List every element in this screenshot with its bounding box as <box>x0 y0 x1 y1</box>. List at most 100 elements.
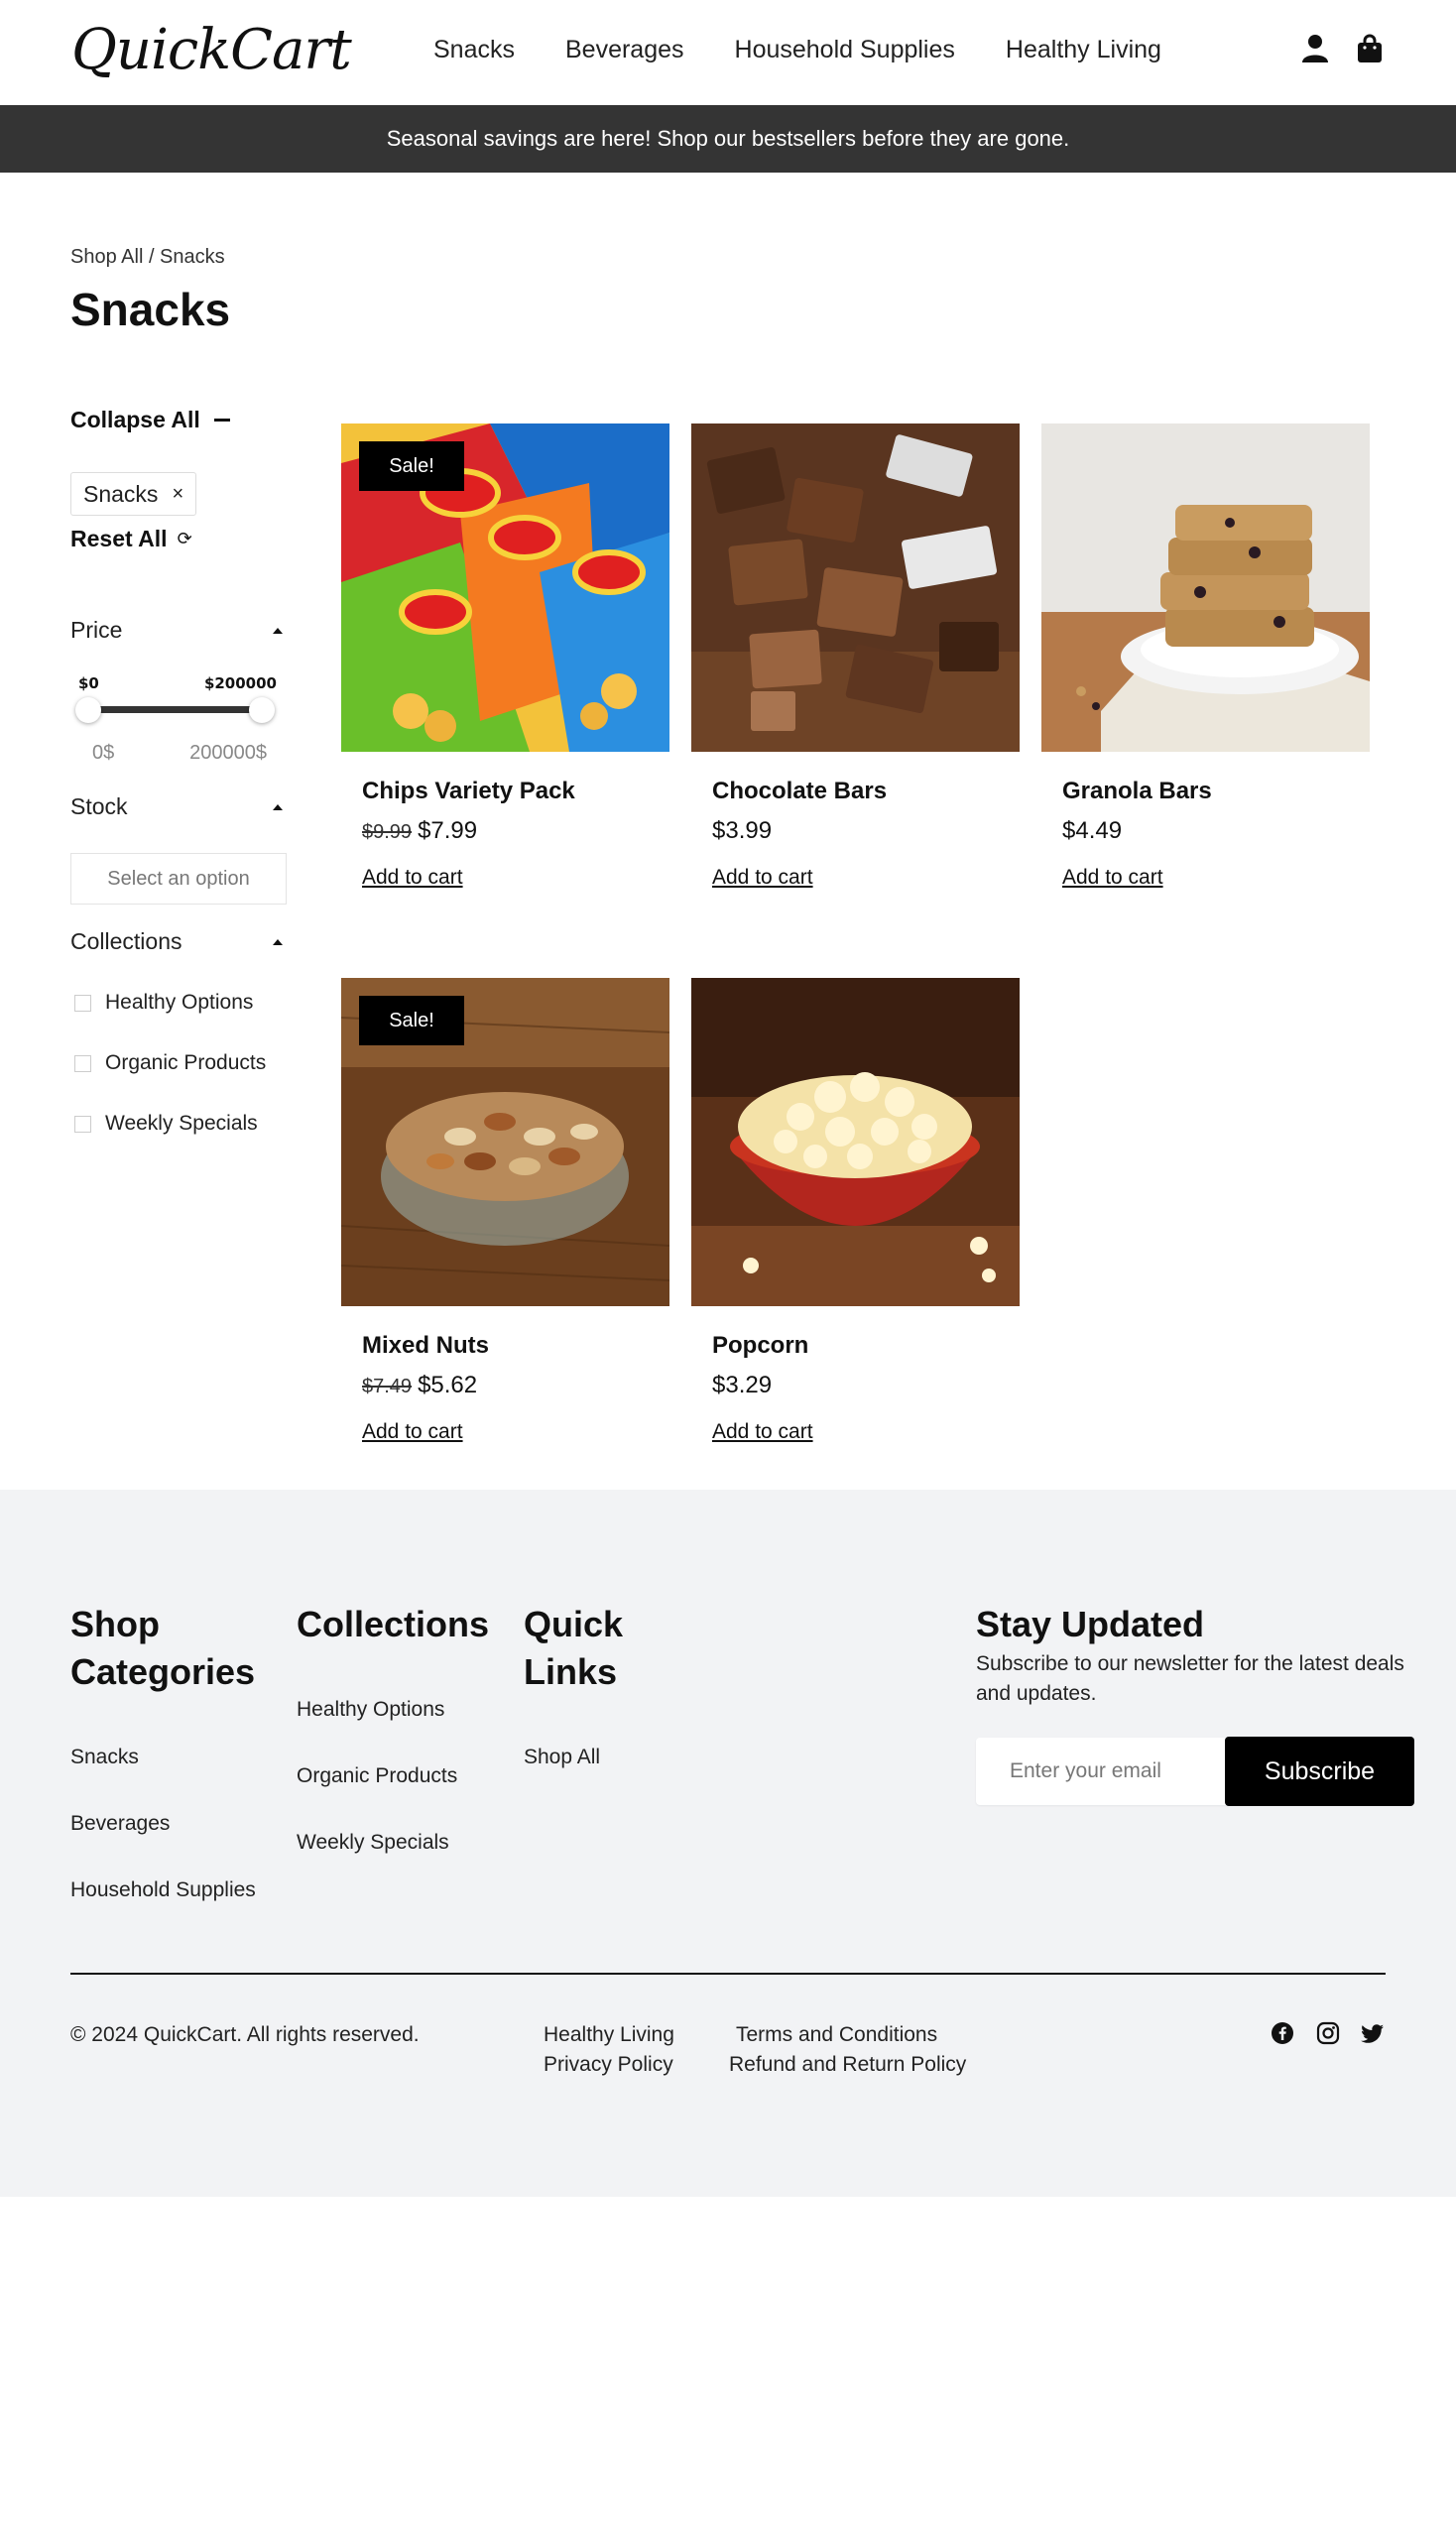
user-icon[interactable] <box>1301 34 1333 67</box>
newsletter-title: Stay Updated <box>976 1604 1205 1644</box>
price-max-value: 200000$ <box>189 742 267 764</box>
stock-select[interactable]: Select an option <box>70 853 287 905</box>
product-name[interactable]: Granola Bars <box>1062 778 1212 805</box>
subscribe-button[interactable]: Subscribe <box>1225 1737 1414 1806</box>
price-slider-track[interactable] <box>84 706 259 713</box>
footer-link-shop-all[interactable]: Shop All <box>524 1746 600 1769</box>
checkbox[interactable] <box>74 994 91 1012</box>
add-to-cart-link[interactable]: Add to cart <box>362 866 463 890</box>
collection-option-label: Healthy Options <box>105 991 254 1014</box>
add-to-cart-link[interactable]: Add to cart <box>712 1420 813 1444</box>
footer-divider <box>70 1973 1386 1975</box>
footer-link-beverages[interactable]: Beverages <box>70 1812 170 1836</box>
footer-link-terms[interactable]: Terms and Conditions <box>736 2023 937 2047</box>
nav-healthy-living[interactable]: Healthy Living <box>1006 36 1161 64</box>
footer-title-line: Categories <box>70 1651 256 1692</box>
add-to-cart-link[interactable]: Add to cart <box>712 866 813 890</box>
product-name[interactable]: Chips Variety Pack <box>362 778 575 805</box>
page-title: Snacks <box>70 284 231 335</box>
footer-title-line: Shop <box>70 1604 160 1644</box>
price-range-labels: $0 $200000 <box>78 674 277 692</box>
footer-quick-links-title: Quick Links <box>524 1601 623 1696</box>
add-to-cart-link[interactable]: Add to cart <box>1062 866 1163 890</box>
product-price: $4.49 <box>1062 817 1122 845</box>
facebook-icon[interactable] <box>1271 2021 1296 2047</box>
sale-price: $4.49 <box>1062 817 1123 844</box>
collections-filter-label: Collections <box>70 928 182 954</box>
active-filter-label: Snacks <box>83 480 159 507</box>
footer-link-refund[interactable]: Refund and Return Policy <box>729 2053 966 2077</box>
price-slider-min-handle[interactable] <box>75 697 101 723</box>
stock-filter-label: Stock <box>70 793 128 819</box>
price-max-label: $200000 <box>203 674 277 692</box>
announcement-bar: Seasonal savings are here! Shop our best… <box>0 105 1456 173</box>
collection-option-label: Organic Products <box>105 1051 267 1074</box>
collection-option-organic-products[interactable]: Organic Products <box>74 1051 266 1075</box>
product-image[interactable] <box>1041 423 1370 752</box>
product-price: $7.49 $5.62 <box>362 1372 477 1399</box>
chevron-up-icon <box>273 627 283 634</box>
footer-link-healthy-living[interactable]: Healthy Living <box>544 2023 674 2047</box>
sale-price: $3.29 <box>712 1372 773 1398</box>
active-filter-chip[interactable]: Snacks × <box>70 472 197 516</box>
reset-all-button[interactable]: Reset All ⟳ <box>70 526 192 552</box>
reset-all-label: Reset All <box>70 526 168 551</box>
add-to-cart-link[interactable]: Add to cart <box>362 1420 463 1444</box>
checkbox[interactable] <box>74 1054 91 1072</box>
product-name[interactable]: Chocolate Bars <box>712 778 887 805</box>
nav-snacks[interactable]: Snacks <box>433 36 515 64</box>
chevron-up-icon <box>273 803 283 810</box>
collection-option-healthy-options[interactable]: Healthy Options <box>74 991 253 1015</box>
product-name[interactable]: Popcorn <box>712 1332 808 1360</box>
checkbox[interactable] <box>74 1115 91 1133</box>
stock-filter-header[interactable]: Stock <box>70 793 287 820</box>
instagram-icon[interactable] <box>1316 2021 1342 2047</box>
footer-link-healthy-options[interactable]: Healthy Options <box>297 1698 444 1722</box>
close-icon[interactable]: × <box>172 483 183 506</box>
price-filter-header[interactable]: Price <box>70 617 287 644</box>
minus-icon <box>213 419 230 422</box>
site-footer: Shop Categories Snacks Beverages Househo… <box>0 1490 1456 2197</box>
footer-title-line: Quick <box>524 1604 624 1644</box>
footer-link-weekly-specials[interactable]: Weekly Specials <box>297 1831 449 1855</box>
product-image[interactable] <box>691 978 1020 1306</box>
product-name[interactable]: Mixed Nuts <box>362 1332 489 1360</box>
price-min-value: 0$ <box>92 742 115 764</box>
price-slider-max-handle[interactable] <box>249 697 275 723</box>
footer-link-household-supplies[interactable]: Household Supplies <box>70 1878 256 1902</box>
product-price: $3.29 <box>712 1372 772 1399</box>
product-price: $3.99 <box>712 817 772 845</box>
footer-link-organic-products[interactable]: Organic Products <box>297 1764 457 1788</box>
price-filter-label: Price <box>70 617 123 643</box>
collection-option-weekly-specials[interactable]: Weekly Specials <box>74 1112 258 1136</box>
collections-filter-header[interactable]: Collections <box>70 928 287 955</box>
newsletter-subtitle: Subscribe to our newsletter for the late… <box>976 1652 1404 1705</box>
chevron-up-icon <box>273 938 283 945</box>
email-input[interactable] <box>976 1738 1228 1805</box>
site-header: QuickCart Snacks Beverages Household Sup… <box>0 0 1456 105</box>
footer-collections-title: Collections <box>297 1604 490 1644</box>
nav-household-supplies[interactable]: Household Supplies <box>735 36 955 64</box>
footer-title-line: Links <box>524 1651 618 1692</box>
sale-badge: Sale! <box>359 996 464 1045</box>
sale-price: $7.99 <box>418 817 478 844</box>
collapse-all-label: Collapse All <box>70 407 200 432</box>
sale-badge: Sale! <box>359 441 464 491</box>
twitter-icon[interactable] <box>1361 2021 1387 2047</box>
footer-shop-categories-title: Shop Categories <box>70 1601 255 1696</box>
price-range-values: 0$ 200000$ <box>92 742 267 765</box>
collapse-all-button[interactable]: Collapse All <box>70 407 230 433</box>
footer-link-privacy[interactable]: Privacy Policy <box>544 2053 673 2077</box>
product-image[interactable] <box>691 423 1020 752</box>
shopping-bag-icon[interactable] <box>1357 34 1389 67</box>
collection-option-label: Weekly Specials <box>105 1112 258 1135</box>
copyright: © 2024 QuickCart. All rights reserved. <box>70 2023 420 2046</box>
product-price: $9.99 $7.99 <box>362 817 477 845</box>
header-icons <box>1301 34 1389 67</box>
breadcrumb[interactable]: Shop All / Snacks <box>70 246 225 269</box>
logo[interactable]: QuickCart <box>71 18 352 82</box>
nav-beverages[interactable]: Beverages <box>565 36 684 64</box>
sale-price: $5.62 <box>418 1372 478 1398</box>
price-min-label: $0 <box>78 674 99 692</box>
footer-link-snacks[interactable]: Snacks <box>70 1746 139 1769</box>
